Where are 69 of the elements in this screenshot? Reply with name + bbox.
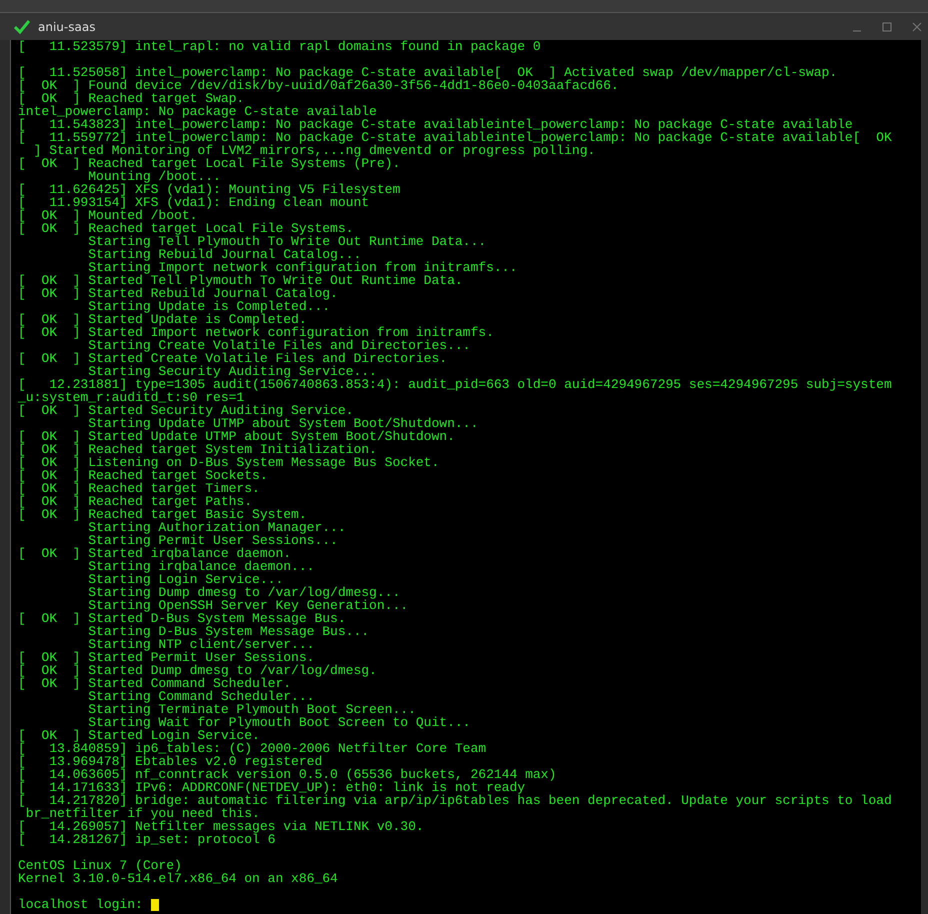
terminal-line: Starting Dump dmesg to /var/log/dmesg... — [87, 586, 400, 599]
terminal-line: [ 11.559772] intel_powerclamp: No package C-state availableintel_powerclamp: No package C-state available[ OK — [18, 131, 892, 144]
terminal-line: [ OK ] Started Rebuild Journal Catalog. — [18, 287, 338, 300]
terminal-line: [ OK ] Started irqbalance daemon. — [18, 547, 292, 560]
terminal-line: [ 14.269057] Netfilter messages via NETLINK v0.30. — [18, 820, 424, 833]
terminal-line: [ OK ] Reached target Paths. — [18, 495, 252, 508]
terminal-line: Starting Terminate Plymouth Boot Screen... — [87, 703, 416, 716]
terminal-line: [ 14.281267] ip_set: protocol 6 — [18, 833, 276, 846]
terminal-line: [ OK ] Reached target Sockets. — [18, 469, 268, 482]
terminal-line: [ OK ] Started Permit User Sessions. — [18, 651, 314, 664]
terminal-line: Starting Authorization Manager... — [87, 521, 346, 534]
terminal-line: [ 14.171633] IPv6: ADDRCONF(NETDEV_UP): eth0: link is not ready — [18, 781, 526, 794]
terminal-line: Mounting /boot... — [88, 170, 221, 183]
terminal-line: [ OK ] Started Update UTMP about System Boot/Shutdown. — [18, 430, 455, 443]
terminal-line: [ OK ] Started Command Scheduler. — [18, 677, 292, 690]
terminal-line: [ OK ] Started Import network configuration from initramfs. — [18, 326, 494, 339]
terminal-line: [ 13.969478] Ebtables v2.0 registered — [18, 755, 322, 768]
terminal-line: [ OK ] Started Tell Plymouth To Write Out Runtime Data. — [18, 274, 463, 287]
terminal-line: [ OK ] Started Create Volatile Files and Directories. — [18, 352, 448, 365]
terminal-line: Starting Tell Plymouth To Write Out Runtime Data... — [87, 235, 486, 248]
text-cursor — [150, 898, 159, 910]
close-icon[interactable] — [912, 22, 922, 32]
terminal-line: [ 14.217820] bridge: automatic filtering via arp/ip/ip6tables has been deprecated. Update your scripts to load — [18, 794, 892, 807]
terminal-line: [ OK ] Reached target Timers. — [18, 482, 260, 495]
terminal-line: Kernel 3.10.0-514.el7.x86_64 on an x86_64 — [18, 872, 338, 885]
window-title: aniu-saas — [38, 20, 96, 34]
terminal-line: Starting Wait for Plymouth Boot Screen to Quit... — [87, 716, 470, 729]
terminal-line: [ OK ] Reached target Basic System. — [18, 508, 307, 521]
terminal-line: [ OK ] Started Login Service. — [18, 729, 260, 742]
terminal-line: Starting Update UTMP about System Boot/Shutdown... — [87, 417, 478, 430]
terminal-line: [ OK ] Reached target Local File Systems (Pre). — [18, 157, 400, 170]
terminal-line: Starting NTP client/server... — [87, 638, 314, 651]
terminal-line: [ OK ] Listening on D-Bus System Message Bus Socket. — [18, 456, 440, 469]
login-prompt: localhost login: — [18, 898, 144, 911]
terminal-line: [ 11.525058] intel_powerclamp: No package C-state available[ OK ] Activated swap /dev/mapper/cl-swap. — [18, 66, 838, 79]
terminal-line: Starting Permit User Sessions... — [87, 534, 338, 547]
terminal-line: [ 11.543823] intel_powerclamp: No package C-state availableintel_powerclamp: No package C-state available — [18, 118, 853, 131]
terminal-line: Starting Login Service... — [87, 573, 284, 586]
terminal-line: Starting D-Bus System Message Bus... — [87, 625, 370, 638]
terminal-line: [ 13.840859] ip6_tables: (C) 2000-2006 Netfilter Core Team — [18, 742, 486, 755]
terminal-line: [ 11.626425] XFS (vda1): Mounting V5 Filesystem — [18, 183, 400, 196]
terminal-line: [ OK ] Started Security Auditing Service. — [18, 404, 354, 417]
terminal-line: Starting Command Scheduler... — [87, 690, 314, 703]
terminal-line: [ OK ] Started D-Bus System Message Bus. — [18, 612, 346, 625]
terminal-line: ] Started Monitoring of LVM2 mirrors,...ng dmeventd or progress polling. — [32, 144, 596, 157]
terminal-line: [ OK ] Reached target Swap. — [18, 92, 244, 105]
terminal-line: _u:system_r:auditd_t:s0 res=1 — [18, 391, 244, 404]
terminal-line: Starting Update is Completed... — [87, 300, 330, 313]
terminal-line: [ OK ] Reached target System Initialization. — [18, 443, 377, 456]
terminal-line: [ OK ] Started Dump dmesg to /var/log/dmesg. — [18, 664, 377, 677]
checkmark-icon — [14, 20, 30, 34]
terminal-line: [ OK ] Mounted /boot. — [18, 209, 198, 222]
terminal-line: Starting Create Volatile Files and Directories... — [87, 339, 470, 352]
terminal-line: [ OK ] Found device /dev/disk/by-uuid/0af26a30-3f56-4dd1-86e0-0403aafacd66. — [18, 79, 619, 92]
terminal-line: CentOS Linux 7 (Core) — [18, 859, 182, 872]
terminal-line: [ OK ] Reached target Local File Systems. — [18, 222, 354, 235]
terminal-line: [ 12.231881] type=1305 audit(1506740863.853:4): audit_pid=663 old=0 auid=4294967295 ses=4294967295 subj=system — [18, 378, 892, 391]
maximize-icon[interactable] — [882, 22, 892, 32]
terminal-line: Starting Import network configuration from initramfs... — [87, 261, 518, 274]
terminal-line: br_netfilter if you need this. — [24, 807, 260, 820]
terminal-line: Starting Rebuild Journal Catalog... — [87, 248, 362, 261]
terminal-line: Starting Security Auditing Service... — [88, 365, 377, 378]
terminal-line: [ OK ] Started Update is Completed. — [18, 313, 307, 326]
terminal-line: [ 11.993154] XFS (vda1): Ending clean mount — [18, 196, 370, 209]
terminal-line: [ 11.523579] intel_rapl: no valid rapl domains found in package 0 — [18, 40, 541, 53]
terminal-line: [ 14.063605] nf_conntrack version 0.5.0 (65536 buckets, 262144 max) — [18, 768, 556, 781]
terminal-line: Starting irqbalance daemon... — [87, 560, 314, 573]
terminal-line: Starting OpenSSH Server Key Generation... — [87, 599, 408, 612]
terminal-line: intel_powerclamp: No package C-state available — [18, 105, 377, 118]
